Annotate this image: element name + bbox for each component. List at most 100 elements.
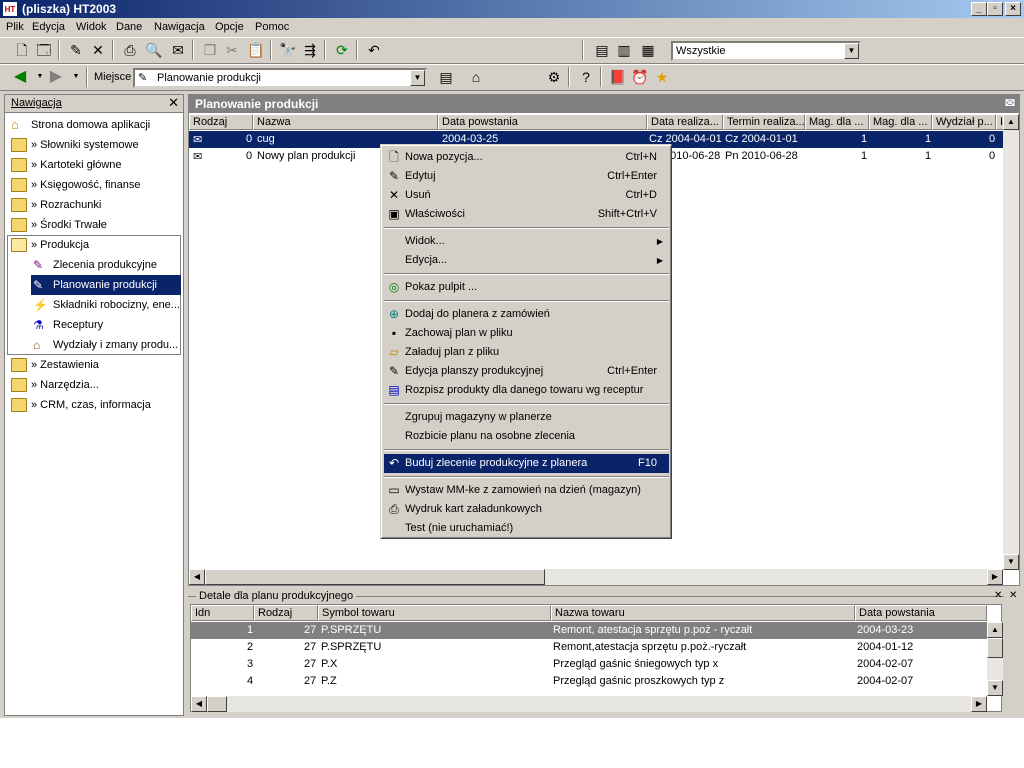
nav-item-receptury[interactable]: ⚗ Receptury [5, 315, 183, 335]
column-header-nazwa-towaru[interactable]: Nazwa towaru [551, 605, 855, 621]
horizontal-scrollbar[interactable]: ◀ ▶ [191, 696, 987, 712]
column-header-idn[interactable]: Idn [191, 605, 254, 621]
menu-item-dodaj-do-planera[interactable]: ⊕ Dodaj do planera z zamówień [384, 305, 669, 324]
undo-icon[interactable]: ↶ [364, 40, 384, 60]
refresh-icon[interactable]: ⟳ [332, 40, 352, 60]
title-bar[interactable]: HT (pliszka) HT2003 _ ▫ × [0, 0, 1024, 18]
mail-icon[interactable]: ✉ [168, 40, 188, 60]
nav-item-narzedzia[interactable]: » Narzędzia... [5, 375, 183, 395]
delete-icon[interactable]: ✕ [88, 40, 108, 60]
minimize-button[interactable]: _ [971, 2, 987, 16]
menu-item-wlasciwosci[interactable]: ▣ Właściwości Shift+Ctrl+V [384, 205, 669, 224]
menu-item-pokaz-pulpit[interactable]: ◎ Pokaz pulpit ... [384, 278, 669, 297]
home-icon[interactable]: ⌂ [466, 67, 486, 87]
table-row[interactable]: 3 27 P.X Przegląd gaśnic śniegowych typ … [191, 656, 987, 673]
menu-item-zgrupuj-magazyny[interactable]: Zgrupuj magazyny w planerze [384, 408, 669, 427]
print-icon[interactable]: ⎙ [120, 40, 140, 60]
find-next-icon[interactable]: ⇶ [300, 40, 320, 60]
copy-icon[interactable]: ❐ [200, 40, 220, 60]
favorites-icon[interactable]: ★ [652, 67, 672, 87]
table-row[interactable]: 1 27 P.SPRZĘTU Remont, atestacja sprzętu… [191, 622, 987, 639]
nav-item-kartoteki[interactable]: » Kartoteki główne [5, 155, 183, 175]
column-header-wydzial[interactable]: Wydział p... [932, 114, 996, 130]
vertical-scrollbar[interactable]: ▲ ▼ [1003, 114, 1019, 570]
close-icon[interactable]: ✕ [168, 95, 179, 111]
chevron-down-icon[interactable]: ▼ [844, 43, 859, 59]
nav-item-slowniki[interactable]: » Słowniki systemowe [5, 135, 183, 155]
menu-item-usun[interactable]: ✕ Usuń Ctrl+D [384, 186, 669, 205]
menu-item-rozpisz-produkty[interactable]: ▤ Rozpisz produkty dla danego towaru wg … [384, 381, 669, 400]
scroll-left-icon[interactable]: ◀ [189, 569, 205, 585]
column-header-symbol[interactable]: Symbol towaru [318, 605, 551, 621]
column-header-rodzaj[interactable]: Rodzaj [254, 605, 318, 621]
column-header-data-powstania[interactable]: Data powstania [855, 605, 987, 621]
nav-item-zestawienia[interactable]: » Zestawienia [5, 355, 183, 375]
menu-opcje[interactable]: Opcje [215, 21, 244, 33]
horizontal-scrollbar[interactable]: ◀ ▶ [189, 569, 1003, 585]
nav-item-srodki-trwale[interactable]: » Środki Trwałe [5, 215, 183, 235]
menu-item-test[interactable]: Test (nie uruchamiać!) [384, 519, 669, 538]
scroll-up-icon[interactable]: ▲ [987, 622, 1003, 638]
column-header-mag2[interactable]: Mag. dla ... [869, 114, 932, 130]
close-icon[interactable]: ✕ [994, 590, 1002, 601]
scroll-thumb[interactable] [207, 696, 227, 712]
column-header-data-powstania[interactable]: Data powstania [438, 114, 647, 130]
table-row[interactable]: 2 27 P.SPRZĘTU Remont,atestacja sprzętu … [191, 639, 987, 656]
scroll-right-icon[interactable]: ▶ [971, 696, 987, 712]
nav-item-ksiegowosc[interactable]: » Księgowość, finanse [5, 175, 183, 195]
menu-item-zachowaj-plan[interactable]: ▪ Zachowaj plan w pliku [384, 324, 669, 343]
filter-icon[interactable]: ▤ [592, 40, 612, 60]
properties-icon[interactable]: 🗔 [34, 40, 54, 60]
location-select[interactable]: ✎ Planowanie produkcji ▼ [133, 68, 427, 88]
column-header-nazwa[interactable]: Nazwa [253, 114, 438, 130]
new-icon[interactable]: 🗋 [12, 40, 32, 60]
scroll-thumb[interactable] [987, 638, 1003, 658]
tree-icon[interactable]: ▤ [436, 67, 456, 87]
clock-icon[interactable]: ⏰ [630, 67, 650, 87]
scroll-down-icon[interactable]: ▼ [987, 680, 1003, 696]
nav-item-rozrachunki[interactable]: » Rozrachunki [5, 195, 183, 215]
nav-item-planowanie[interactable]: ✎ Planowanie produkcji [31, 275, 181, 295]
close-button[interactable]: × [1005, 2, 1021, 16]
menu-plik[interactable]: Plik [6, 21, 24, 33]
paste-icon[interactable]: 📋 [246, 40, 266, 60]
column-header-mag1[interactable]: Mag. dla ... [805, 114, 869, 130]
menu-widok[interactable]: Widok [76, 21, 107, 33]
menu-nawigacja[interactable]: Nawigacja [154, 21, 205, 33]
vertical-scrollbar[interactable]: ▲ ▼ [987, 622, 1003, 696]
column-header-data-realizacji[interactable]: Data realiza... [647, 114, 723, 130]
scroll-left-icon[interactable]: ◀ [191, 696, 207, 712]
menu-edycja[interactable]: Edycja [32, 21, 65, 33]
menu-item-edycja[interactable]: Edycja... ▶ [384, 251, 669, 270]
nav-item-crm[interactable]: » CRM, czas, informacja [5, 395, 183, 415]
menu-item-edycja-planszy[interactable]: ✎ Edycja planszy produkcyjnej Ctrl+Enter [384, 362, 669, 381]
note-icon[interactable]: ✉ [1005, 96, 1015, 110]
back-icon[interactable]: ◀ [10, 67, 30, 87]
nav-item-produkcja[interactable]: » Produkcja [5, 235, 183, 255]
menu-item-buduj-zlecenie[interactable]: ↶ Buduj zlecenie produkcyjne z planera F… [384, 454, 669, 473]
menu-item-zaladuj-plan[interactable]: ▱ Załaduj plan z pliku [384, 343, 669, 362]
scroll-right-icon[interactable]: ▶ [987, 569, 1003, 585]
nav-item-home[interactable]: ⌂ Strona domowa aplikacji [5, 115, 183, 135]
chevron-down-icon[interactable]: ▼ [410, 70, 425, 86]
edit-icon[interactable]: ✎ [66, 40, 86, 60]
nav-item-skladniki[interactable]: ⚡ Składniki robocizny, ene... [5, 295, 180, 315]
menu-item-wydruk-kart[interactable]: ⎙ Wydruk kart załadunkowych [384, 500, 669, 519]
nav-item-wydzialy[interactable]: ⌂ Wydziały i zmany produ... [5, 335, 180, 355]
columns-icon[interactable]: ▥ [614, 40, 634, 60]
forward-icon[interactable]: ▶ [46, 67, 66, 87]
nav-item-zlecenia[interactable]: ✎ Zlecenia produkcyjne [5, 255, 183, 275]
scroll-up-icon[interactable]: ▲ [1003, 114, 1019, 130]
menu-item-rozbicie-planu[interactable]: Rozbicie planu na osobne zlecenia [384, 427, 669, 446]
menu-item-nowa-pozycja[interactable]: 🗋 Nowa pozycja... Ctrl+N [384, 148, 669, 167]
print-preview-icon[interactable]: 🔍 [144, 40, 164, 60]
close-icon[interactable]: ✕ [1009, 590, 1017, 601]
scroll-thumb[interactable] [205, 569, 545, 585]
filter-select[interactable]: Wszystkie ▼ [671, 41, 861, 61]
maximize-button[interactable]: ▫ [987, 2, 1003, 16]
help-icon[interactable]: ? [576, 67, 596, 87]
cut-icon[interactable]: ✂ [222, 40, 242, 60]
column-header-rodzaj[interactable]: Rodzaj [189, 114, 253, 130]
layout-icon[interactable]: ▦ [638, 40, 658, 60]
menu-pomoc[interactable]: Pomoc [255, 21, 289, 33]
